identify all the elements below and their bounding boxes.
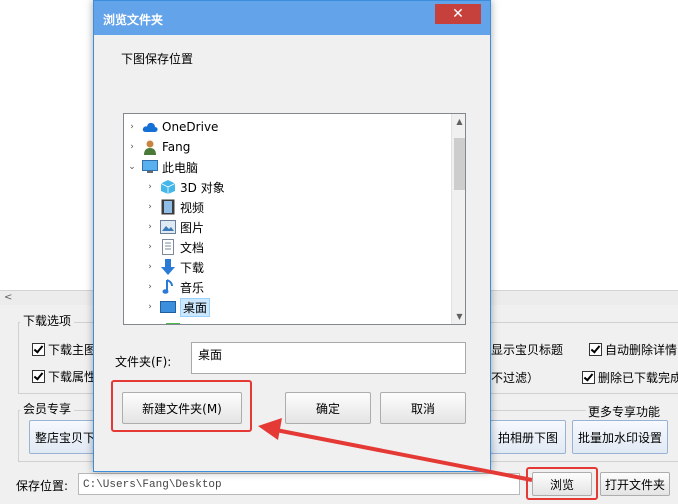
annotation-arrow <box>258 418 533 482</box>
